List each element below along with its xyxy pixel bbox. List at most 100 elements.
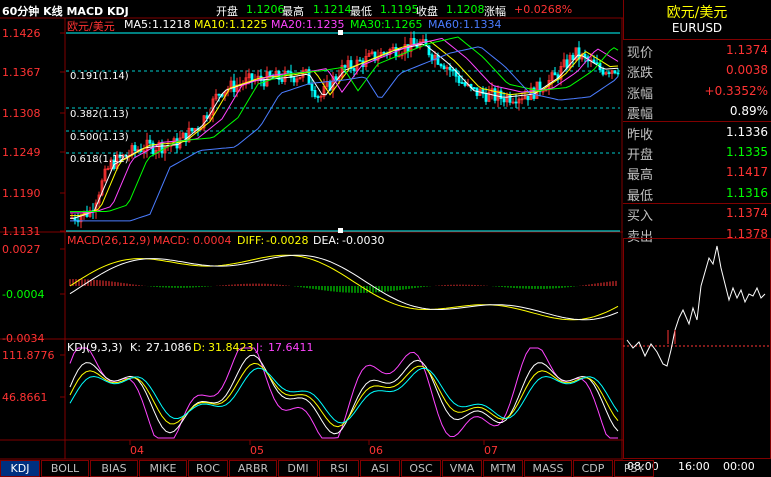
intraday-chart (623, 238, 771, 459)
fib-handle (338, 228, 343, 233)
mini-price-line (626, 245, 766, 367)
quote-value: 1.1417 (726, 165, 768, 180)
candle-body (334, 76, 338, 80)
candle-body (601, 69, 605, 75)
candle-body (514, 101, 518, 104)
j-line (69, 347, 618, 439)
indicator-tab-kdj[interactable]: KDJ (0, 460, 40, 477)
dea-label: DEA: (313, 234, 340, 247)
dea-value: -0.0030 (342, 234, 385, 247)
indicator-tab-mass[interactable]: MASS (524, 460, 572, 477)
candle-body (526, 95, 530, 101)
ma20-label: MA20: (271, 18, 306, 31)
macd-value: 0.0004 (193, 234, 232, 247)
ma10-label: MA10: (194, 18, 229, 31)
indicator-tab-osc[interactable]: OSC (401, 460, 441, 477)
quote-value: 1.1336 (726, 124, 768, 139)
quote-label: 昨收 (627, 127, 654, 143)
candle-body (175, 138, 179, 149)
moving-average-lines (70, 36, 619, 222)
ma30-value: 1.1265 (384, 18, 423, 31)
candle-body (373, 51, 377, 61)
candle-body (502, 98, 506, 103)
candle-body (571, 54, 575, 61)
k-label: K: (130, 341, 141, 354)
kdj-tick: 46.8661 (2, 391, 48, 404)
macd-tick: 0.0027 (2, 243, 41, 256)
quote-value: +0.3352% (704, 83, 768, 98)
ma30-line (70, 36, 619, 212)
d-line (69, 362, 619, 428)
d-value: 31.8423 (208, 341, 254, 354)
diff-label: DIFF: (237, 234, 265, 247)
indicator-tab-vma[interactable]: VMA (442, 460, 482, 477)
indicator-tab-roc[interactable]: ROC (188, 460, 228, 477)
candlesticks (70, 31, 620, 229)
candle-body (361, 60, 365, 68)
date-tick: 05 (250, 444, 264, 457)
fib-label: 0.382(1.13) (70, 109, 129, 120)
candle-body (313, 90, 317, 97)
macd-indicator-label: MACD(26,12,9) (67, 234, 151, 247)
candle-body (292, 77, 296, 83)
candle-body (448, 66, 452, 71)
ma60-value: 1.1334 (463, 18, 502, 31)
quote-row: 买入 1.1374 (623, 203, 771, 224)
candle-body (460, 82, 464, 84)
candle-body (310, 83, 314, 91)
indicator-tab-bias[interactable]: BIAS (90, 460, 138, 477)
kdj-tick: 111.8776 (2, 349, 55, 362)
quote-value: 1.1374 (726, 206, 768, 221)
time-tick: 16:00 (678, 460, 710, 473)
fib-label: 0.500(1.13) (70, 132, 129, 143)
quote-row: 现价 1.1374 (623, 40, 771, 61)
dea-line (69, 254, 619, 321)
candle-body (616, 72, 620, 75)
j-value: 17.6411 (268, 341, 314, 354)
diff-value: -0.0028 (266, 234, 309, 247)
candle-body (451, 69, 455, 72)
indicator-tab-arbr[interactable]: ARBR (229, 460, 277, 477)
candle-body (358, 59, 362, 62)
d-label: D: (193, 341, 206, 354)
candle-body (439, 63, 443, 67)
indicator-tab-asi[interactable]: ASI (360, 460, 400, 477)
candle-body (442, 65, 446, 70)
quote-row: 开盘 1.1335 (623, 142, 771, 163)
quote-label: 开盘 (627, 148, 654, 163)
quote-row: 震幅 0.89% (623, 101, 771, 123)
candle-body (148, 139, 152, 144)
candle-body (493, 88, 497, 101)
ma10-value: 1.1225 (229, 18, 268, 31)
ma20-line (70, 37, 619, 214)
candle-body (430, 54, 434, 61)
price-tick: 1.1249 (2, 146, 41, 159)
fib-label: 0.618(1.12) (70, 154, 129, 165)
candle-body (463, 82, 467, 86)
candle-body (484, 93, 488, 102)
macd-drawing (69, 254, 619, 321)
indicator-tab-cdp[interactable]: CDP (573, 460, 613, 477)
quote-label: 震幅 (627, 107, 654, 123)
quote-value: 1.1374 (726, 43, 768, 57)
mini-frame (623, 238, 771, 459)
indicator-tab-mtm[interactable]: MTM (483, 460, 523, 477)
quote-value: 0.0038 (726, 63, 768, 78)
indicator-tab-dmi[interactable]: DMI (278, 460, 318, 477)
indicator-tab-mike[interactable]: MIKE (139, 460, 187, 477)
candle-body (457, 75, 461, 83)
candle-body (286, 70, 290, 73)
indicator-tab-psy[interactable]: PSY (614, 460, 654, 477)
date-tick: 07 (484, 444, 498, 457)
indicator-tab-rsi[interactable]: RSI (319, 460, 359, 477)
indicator-tab-boll[interactable]: BOLL (41, 460, 89, 477)
price-tick: 1.1426 (2, 27, 41, 40)
quote-value: 0.89% (729, 104, 768, 119)
time-tick: 00:00 (723, 460, 755, 473)
price-tick: 1.1131 (2, 225, 41, 238)
date-tick: 04 (130, 444, 144, 457)
macd-tick: -0.0034 (2, 332, 45, 345)
quote-row: 涨幅 +0.3352% (623, 81, 771, 102)
ma60-line (70, 46, 619, 222)
quote-row: 最低 1.1316 (623, 183, 771, 204)
